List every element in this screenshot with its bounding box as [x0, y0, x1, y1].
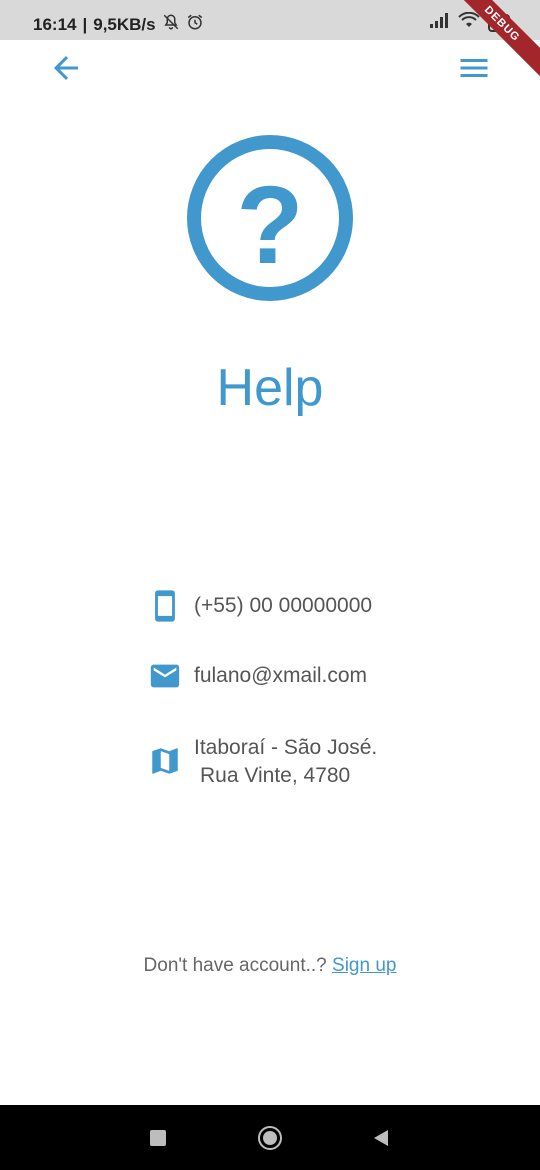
triangle-back-icon — [374, 1130, 388, 1146]
alarm-icon — [186, 13, 204, 36]
svg-text:?: ? — [236, 164, 303, 287]
recents-button[interactable] — [145, 1125, 171, 1151]
email-icon — [150, 664, 180, 688]
arrow-back-icon — [54, 56, 78, 80]
signup-text: Don't have account..? — [143, 955, 333, 976]
status-bar: 16:14 | 9,5KB/s 73 — [0, 0, 540, 40]
circle-icon — [258, 1126, 282, 1150]
status-separator: | — [82, 14, 88, 34]
hamburger-menu-icon — [460, 59, 488, 77]
signup-link[interactable]: Sign up — [332, 955, 396, 976]
back-nav-button[interactable] — [368, 1125, 394, 1151]
contact-email: fulano@xmail.com — [194, 664, 368, 687]
bell-off-icon — [162, 13, 180, 36]
map-icon — [152, 748, 178, 774]
status-left: 16:14 | 9,5KB/s — [33, 13, 204, 36]
signup-prompt: Don't have account..? Sign up — [0, 955, 540, 977]
status-time: 16:14 — [33, 14, 77, 34]
signal-icon — [429, 12, 450, 33]
address-line-2: Rua Vinte, 4780 — [200, 764, 351, 787]
contact-address: Itaboraí - São José. Rua Vinte, 4780 — [194, 734, 377, 790]
square-icon — [150, 1130, 166, 1146]
contact-phone-row[interactable]: (+55) 00 00000000 — [148, 589, 372, 623]
menu-button[interactable] — [456, 50, 492, 86]
page-title: Help — [216, 359, 324, 417]
system-nav-bar — [0, 1105, 540, 1170]
help-circle-icon: ? — [186, 134, 354, 302]
contact-email-row[interactable]: fulano@xmail.com — [148, 659, 367, 693]
smartphone-icon — [155, 590, 175, 622]
back-button[interactable] — [48, 50, 84, 86]
home-button[interactable] — [257, 1125, 283, 1151]
app-bar — [0, 40, 540, 96]
contact-address-row[interactable]: Itaboraí - São José. Rua Vinte, 4780 — [148, 736, 377, 790]
address-line-1: Itaboraí - São José. — [194, 736, 378, 759]
status-speed: 9,5KB/s — [93, 14, 156, 34]
wifi-icon — [458, 11, 480, 33]
contact-phone: (+55) 00 00000000 — [194, 594, 373, 617]
